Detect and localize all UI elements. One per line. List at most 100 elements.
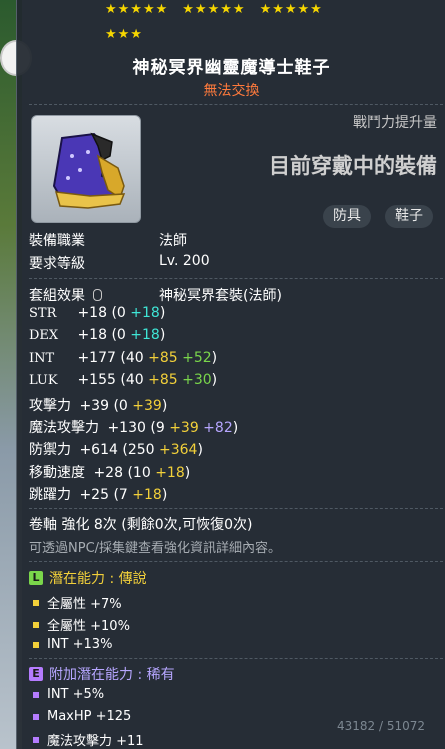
combat-power-label: 戰鬥力提升量 [353, 115, 437, 131]
upgrade-hint: 可透過NPC/採集鍵查看強化資訊詳細內容。 [29, 541, 282, 556]
stat-name: 移動速度 [29, 464, 85, 481]
divider [29, 508, 443, 509]
stat-bonus: +82 [198, 420, 233, 436]
equipped-status: 目前穿戴中的裝備 [269, 154, 437, 178]
star-group: ★★★★★ [182, 2, 246, 17]
stat-close: ) [184, 464, 191, 481]
req-level-row: 要求等級 Lv. 200 [29, 253, 210, 273]
req-job-row: 裝備職業 法師 [29, 230, 187, 250]
stat-name: INT [29, 350, 55, 366]
stat-name: DEX [29, 328, 59, 344]
stat-row: 攻擊力 +39 (0 +39) [29, 395, 167, 415]
stat-base: (40 [120, 349, 149, 366]
star-force-row-2: ★★★ [105, 28, 143, 42]
item-tooltip: ★★★★★ ★★★★★ ★★★★★ ★★★ 神秘冥界幽靈魔導士鞋子 無法交換 戰… [16, 0, 445, 749]
divider [29, 658, 443, 659]
stat-base: (10 [127, 464, 156, 481]
stat-row: DEX +18 (0 +18) [29, 327, 165, 343]
trade-restriction: 無法交換 [203, 83, 260, 99]
potential-title: 潛在能力 : 傳說 [49, 571, 147, 587]
stat-row: 跳躍力 +25 (7 +18) [29, 484, 167, 504]
stat-bonus: +85 [148, 372, 178, 389]
stat-total: +130 [103, 420, 151, 436]
bullet-icon [33, 621, 39, 628]
stat-row: INT +177 (40 +85 +52) [29, 350, 217, 366]
stat-name: 攻擊力 [29, 397, 71, 414]
potential-line-text: INT +13% [47, 637, 113, 652]
stat-base: (250 [122, 442, 159, 459]
stat-close: ) [197, 442, 203, 459]
tag-armor: 防具 [323, 205, 371, 228]
item-name: 神秘冥界幽靈魔導士鞋子 [132, 58, 331, 78]
star-force-row-1: ★★★★★ ★★★★★ ★★★★★ [105, 3, 337, 17]
potential-line: 全屬性 +7% [33, 593, 122, 612]
divider [29, 561, 443, 562]
stat-base: (40 [120, 372, 149, 389]
stat-close: ) [159, 305, 166, 321]
stat-bonus: +18 [155, 464, 185, 481]
stat-total: +18 [73, 327, 112, 344]
additional-potential-title: 附加潛在能力 : 稀有 [49, 667, 175, 683]
potential-line: INT +13% [33, 637, 112, 652]
divider [29, 278, 443, 279]
mouse-icon [93, 289, 103, 301]
boots-icon [52, 132, 126, 209]
legendary-badge-icon: L [29, 571, 43, 585]
stat-bonus: +30 [177, 372, 212, 389]
stat-base: (9 [150, 420, 170, 436]
potential-header: L 潛在能力 : 傳說 [29, 568, 147, 588]
item-icon-frame [31, 115, 141, 223]
stat-close: ) [161, 397, 168, 414]
bullet-icon [33, 641, 39, 648]
req-job-label: 裝備職業 [29, 233, 85, 249]
stat-base: (0 [111, 305, 131, 321]
stat-name: 防禦力 [29, 442, 71, 459]
scroll-upgrade-info: 卷軸 強化 8次 (剩餘0次,可恢復0次) [29, 517, 253, 533]
stat-row: 防禦力 +614 (250 +364) [29, 439, 203, 459]
stat-bonus: +18 [132, 487, 162, 504]
bullet-icon [33, 713, 39, 720]
additional-potential-header: E 附加潛在能力 : 稀有 [29, 664, 175, 684]
stat-row: LUK +155 (40 +85 +30) [29, 372, 217, 388]
stat-base: (7 [113, 487, 133, 504]
star-group: ★★★★★ [105, 2, 169, 17]
stat-close: ) [211, 349, 218, 366]
additional-potential-line-text: 魔法攻擊力 +11 [47, 734, 144, 749]
stat-base: (0 [113, 397, 133, 414]
bullet-icon [33, 599, 39, 606]
stat-total: +614 [75, 442, 123, 459]
additional-potential-line: MaxHP +125 [33, 709, 131, 724]
divider [29, 104, 443, 105]
stat-name: 跳躍力 [29, 487, 71, 504]
additional-potential-line: 魔法攻擊力 +11 [33, 730, 144, 749]
stat-close: ) [161, 487, 168, 504]
stat-close: ) [232, 420, 239, 436]
bullet-icon [33, 736, 39, 743]
stat-total: +177 [73, 349, 121, 366]
potential-line-text: 全屬性 +7% [47, 597, 122, 612]
stat-name: STR [29, 306, 57, 321]
stat-bonus: +364 [159, 442, 198, 459]
stat-total: +28 [89, 464, 128, 481]
set-effect-value: 神秘冥界套裝(法師) [159, 288, 282, 304]
epic-badge-icon: E [29, 667, 43, 681]
req-level-label: 要求等級 [29, 256, 85, 272]
bullet-icon [33, 691, 39, 698]
stat-close: ) [211, 372, 218, 389]
stat-bonus: +39 [169, 420, 199, 436]
req-level-value: Lv. 200 [159, 253, 210, 269]
potential-line-text: 全屬性 +10% [47, 619, 130, 634]
stat-base: (0 [111, 327, 131, 344]
stat-bonus: +85 [148, 349, 178, 366]
stat-close: ) [159, 327, 166, 344]
stat-total: +39 [75, 397, 114, 414]
stat-total: +25 [75, 487, 114, 504]
stat-total: +155 [73, 372, 121, 389]
additional-potential-line-text: INT +5% [47, 687, 105, 702]
stat-row: 魔法攻擊力 +130 (9 +39 +82) [29, 417, 238, 437]
set-effect-row[interactable]: 套組效果 神秘冥界套裝(法師) [29, 285, 282, 305]
star-group: ★★★★★ [259, 2, 323, 17]
set-effect-label: 套組效果 [29, 288, 85, 304]
stat-total: +18 [73, 305, 112, 321]
additional-potential-line: INT +5% [33, 687, 104, 702]
